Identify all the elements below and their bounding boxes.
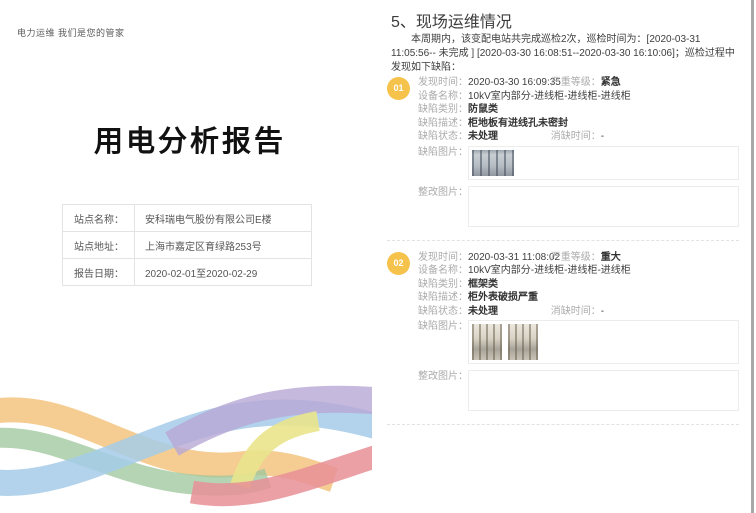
severity-label: 严重等级： [551,252,601,263]
defect-status-label: 缺陷状态： [418,131,468,142]
defect-images-box [468,320,739,364]
cover-page: 电力运维 我们是您的管家 用电分析报告 站点名称： 安科瑞电气股份有限公司E楼 … [8,0,372,513]
report-title: 用电分析报告 [8,118,372,160]
site-name-label: 站点名称： [63,205,135,232]
defect-record-02: 02 发现时间：2020-03-31 11:08:02 严重等级：重大 设备名称… [387,251,739,426]
defect-description-label: 缺陷描述： [418,118,468,129]
company-slogan: 电力运维 我们是您的管家 [17,26,125,39]
severity-value: 重大 [601,252,621,263]
defect-status-value: 未处理 [468,131,498,142]
defect-status-value: 未处理 [468,306,498,317]
defect-fields: 发现时间：2020-03-30 16:09:35 严重等级：紧急 设备名称：10… [418,76,739,231]
device-name-value: 10kV室内部分-进线柜-进线柜-进线柜 [468,91,631,102]
table-row: 站点地址： 上海市嘉定区育绿路253号 [63,232,312,259]
defect-description-value: 柜地板有进线孔未密封 [468,118,568,129]
defect-photo-thumbnail[interactable] [472,150,514,176]
found-time-value: 2020-03-31 11:08:02 [468,252,560,263]
rectify-images-label: 整改图片： [418,186,468,200]
defect-record-list: 01 发现时间：2020-03-30 16:09:35 严重等级：紧急 设备名称… [387,76,739,435]
defect-photo-thumbnail[interactable] [508,324,538,360]
defect-images-label: 缺陷图片： [418,146,468,160]
report-date-label: 报告日期： [63,259,135,286]
found-time-label: 发现时间： [418,77,468,88]
clear-time-value: - [601,306,604,317]
defect-record-01: 01 发现时间：2020-03-30 16:09:35 严重等级：紧急 设备名称… [387,76,739,241]
defect-photo-thumbnail[interactable] [472,324,502,360]
site-info-table: 站点名称： 安科瑞电气股份有限公司E楼 站点地址： 上海市嘉定区育绿路253号 … [62,204,312,286]
device-name-label: 设备名称： [418,91,468,102]
clear-time-label: 消缺时间： [551,131,601,142]
rectify-images-box [468,186,739,227]
rectify-images-label: 整改图片： [418,370,468,384]
defect-images-label: 缺陷图片： [418,320,468,334]
defect-category-value: 防鼠类 [468,104,498,115]
device-name-label: 设备名称： [418,265,468,276]
defect-images-box [468,146,739,180]
site-address-value: 上海市嘉定区育绿路253号 [135,232,312,259]
clear-time-label: 消缺时间： [551,306,601,317]
defect-index-badge: 01 [387,77,410,100]
site-name-value: 安科瑞电气股份有限公司E楼 [135,205,312,232]
defect-fields: 发现时间：2020-03-31 11:08:02 严重等级：重大 设备名称：10… [418,251,739,416]
severity-label: 严重等级： [551,77,601,88]
found-time-label: 发现时间： [418,252,468,263]
defect-description-value: 柜外表破损严重 [468,292,538,303]
vertical-scrollbar-thumb[interactable] [751,0,754,513]
defect-category-label: 缺陷类别： [418,104,468,115]
vertical-scrollbar-track[interactable] [749,0,756,513]
maintenance-section-page: 5、现场运维情况 本周期内，该变配电站共完成巡检2次，巡检时间为：[2020-0… [385,0,743,513]
table-row: 报告日期： 2020-02-01至2020-02-29 [63,259,312,286]
rectify-images-box [468,370,739,411]
defect-category-label: 缺陷类别： [418,279,468,290]
table-row: 站点名称： 安科瑞电气股份有限公司E楼 [63,205,312,232]
report-date-value: 2020-02-01至2020-02-29 [135,259,312,286]
device-name-value: 10kV室内部分-进线柜-进线柜-进线柜 [468,265,631,276]
severity-value: 紧急 [601,77,621,88]
defect-category-value: 框架类 [468,279,498,290]
defect-index-badge: 02 [387,252,410,275]
found-time-value: 2020-03-30 16:09:35 [468,77,561,88]
clear-time-value: - [601,131,604,142]
decorative-waves-graphic [0,384,372,508]
section-heading: 5、现场运维情况 [391,8,512,32]
defect-status-label: 缺陷状态： [418,306,468,317]
inspection-summary-paragraph: 本周期内，该变配电站共完成巡检2次，巡检时间为：[2020-03-31 11:0… [391,33,739,75]
defect-description-label: 缺陷描述： [418,292,468,303]
report-viewer: 电力运维 我们是您的管家 用电分析报告 站点名称： 安科瑞电气股份有限公司E楼 … [0,0,756,513]
site-address-label: 站点地址： [63,232,135,259]
